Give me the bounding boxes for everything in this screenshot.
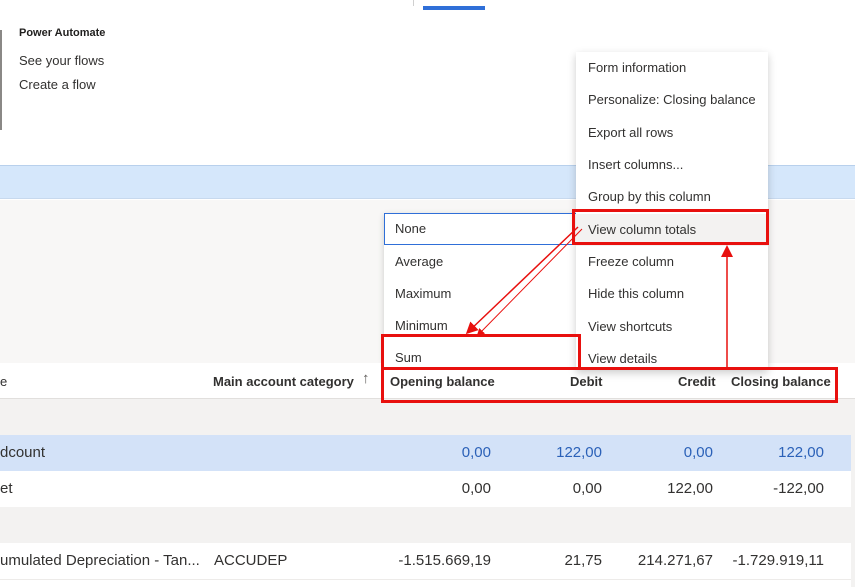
cell-closing-balance: -122,00 — [773, 480, 824, 497]
cell-debit: 122,00 — [556, 444, 602, 461]
cell-name: et — [0, 480, 13, 497]
highlight-numeric-columns — [381, 367, 838, 403]
cell-closing-balance: -1.729.919,11 — [732, 552, 824, 569]
create-a-flow-link[interactable]: Create a flow — [19, 77, 96, 92]
cell-debit: 21,75 — [564, 552, 602, 569]
aggregate-option-maximum[interactable]: Maximum — [384, 278, 580, 310]
table-row[interactable]: umulated Depreciation - Tan... ACCUDEP -… — [0, 543, 851, 579]
aggregate-option-none[interactable]: None — [384, 213, 580, 245]
menu-item-hide-column[interactable]: Hide this column — [576, 278, 768, 310]
cell-main-account-category: ACCUDEP — [214, 552, 288, 569]
row-divider — [0, 579, 851, 580]
cell-name: dcount — [0, 444, 46, 461]
power-automate-title: Power Automate — [19, 27, 106, 39]
aggregate-option-average[interactable]: Average — [384, 246, 580, 278]
active-tab-indicator — [423, 6, 485, 10]
see-your-flows-link[interactable]: See your flows — [19, 53, 104, 68]
menu-item-view-shortcuts[interactable]: View shortcuts — [576, 311, 768, 343]
arrow-up-icon[interactable]: ↑ — [362, 370, 370, 387]
cell-closing-balance: 122,00 — [778, 444, 824, 461]
cell-debit: 0,00 — [572, 480, 602, 497]
table-row-group[interactable] — [0, 507, 851, 543]
cell-name: umulated Depreciation - Tan... — [0, 552, 200, 569]
cell-opening-balance: -1.515.669,19 — [398, 552, 491, 569]
menu-item-insert-columns[interactable]: Insert columns... — [576, 149, 768, 181]
highlight-view-column-totals — [572, 209, 769, 245]
cell-credit: 122,00 — [667, 480, 713, 497]
menu-item-export-all-rows[interactable]: Export all rows — [576, 117, 768, 149]
menu-item-form-information[interactable]: Form information — [576, 52, 768, 84]
scroll-gutter — [851, 399, 855, 587]
power-automate-group-bar — [0, 30, 2, 130]
menu-item-freeze-column[interactable]: Freeze column — [576, 246, 768, 278]
column-header-main-account-category[interactable]: Main account category — [213, 374, 354, 389]
highlight-sum-option — [381, 334, 581, 370]
cell-credit: 214.271,67 — [637, 552, 713, 569]
cell-opening-balance: 0,00 — [461, 444, 491, 461]
menu-item-personalize[interactable]: Personalize: Closing balance — [576, 84, 768, 116]
table-row[interactable]: dcount 0,00 122,00 0,00 122,00 — [0, 435, 851, 471]
top-divider — [413, 0, 414, 6]
table-row[interactable]: et 0,00 0,00 122,00 -122,00 — [0, 471, 851, 507]
column-header-name[interactable]: e — [0, 374, 7, 389]
table-row-group[interactable] — [0, 399, 851, 435]
cell-credit: 0,00 — [683, 444, 713, 461]
cell-opening-balance: 0,00 — [461, 480, 491, 497]
